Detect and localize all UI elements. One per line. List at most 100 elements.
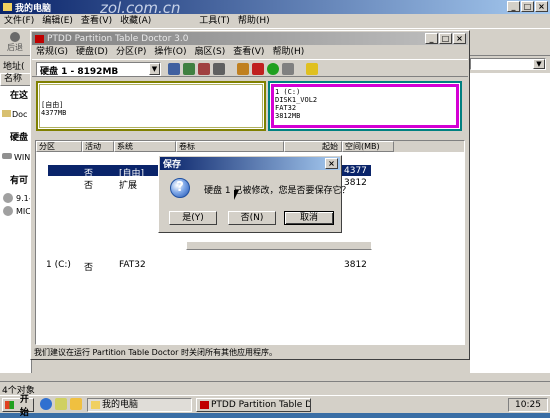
column-name-header[interactable]: 名称 — [0, 73, 31, 86]
desktop-icon[interactable] — [55, 398, 67, 410]
ptdd-maximize-button[interactable]: □ — [439, 33, 452, 44]
cell-size: 3812 — [344, 260, 367, 270]
chevron-down-icon[interactable]: ▼ — [149, 63, 160, 75]
ptdd-titlebar[interactable]: PTDD Partition Table Doctor 3.0 _ □ × — [32, 32, 468, 45]
back-button[interactable]: 后退 — [3, 32, 27, 53]
partition-line: 1 (C:) — [275, 88, 301, 96]
disk-select-value: 硬盘 1 - 8192MB — [40, 67, 119, 77]
undo-icon[interactable] — [282, 63, 294, 75]
dialog-message: 硬盘 1 已被修改，您是否要保存它？ — [204, 186, 351, 196]
system-tray: 10:25 — [508, 398, 548, 412]
back-arrow-icon — [10, 32, 20, 42]
ptdd-minimize-button[interactable]: _ — [425, 33, 438, 44]
col-start[interactable]: 起始 — [284, 141, 342, 152]
close-button[interactable]: × — [535, 1, 548, 12]
ptdd-statusbar: 我们建议在运行 Partition Table Doctor 时关闭所有其他应用… — [34, 347, 466, 359]
free-space-label: [自由] — [41, 101, 64, 109]
ptdd-menu-help[interactable]: 帮助(H) — [272, 46, 304, 58]
explorer-menubar: 文件(F) 编辑(E) 查看(V) 收藏(A) 工具(T) 帮助(H) — [4, 15, 278, 27]
partition-line: FAT32 — [275, 104, 297, 112]
network-drive-icon — [3, 206, 13, 216]
address-dropdown-arrow[interactable]: ▼ — [533, 59, 545, 69]
ptdd-title: PTDD Partition Table Doctor 3.0 — [47, 33, 189, 44]
disk-select[interactable]: 硬盘 1 - 8192MB ▼ — [36, 62, 161, 77]
ptdd-menu-view[interactable]: 查看(V) — [233, 46, 264, 58]
explorer-title: 我的电脑 — [15, 3, 52, 14]
col-size[interactable]: 空间(MB) — [342, 141, 394, 152]
cell-active: 否 — [84, 263, 94, 273]
task-ptdd[interactable]: PTDD Partition Table Doc... — [196, 398, 311, 412]
maximize-button[interactable]: □ — [521, 1, 534, 12]
delete-icon[interactable] — [252, 63, 264, 75]
cell-system: 扩展 — [119, 181, 138, 191]
task-my-computer[interactable]: 我的电脑 — [87, 398, 192, 412]
drive-icon — [2, 110, 11, 117]
taskbar: 开始 我的电脑 PTDD Partition Table Doc... 10:2… — [0, 395, 550, 418]
ptdd-menu-sector[interactable]: 扇区(S) — [195, 46, 226, 58]
left-item[interactable]: 在这 — [10, 88, 28, 101]
wand-icon[interactable] — [237, 63, 249, 75]
ptdd-menu-disk[interactable]: 硬盘(D) — [76, 46, 108, 58]
menu-edit[interactable]: 编辑(E) — [42, 15, 73, 27]
left-item[interactable]: 有可 — [10, 173, 28, 186]
find-partition-icon[interactable] — [168, 63, 180, 75]
col-active[interactable]: 活动 — [82, 141, 114, 152]
edit-sector-icon[interactable] — [213, 63, 225, 75]
help-icon[interactable] — [306, 63, 318, 75]
left-item[interactable]: WIN — [14, 153, 30, 162]
disk-map: [自由] 4377MB 1 (C:) DISK1_VOL2 FAT32 3812… — [36, 81, 463, 133]
ptdd-menu-operation[interactable]: 操作(O) — [154, 46, 186, 58]
table-divider — [186, 241, 372, 250]
apply-check-icon[interactable] — [267, 63, 279, 75]
ptdd-close-button[interactable]: × — [453, 33, 466, 44]
table-row[interactable]: 1 (C:) 否 FAT32 3812 — [46, 259, 371, 273]
free-space-inner — [39, 84, 263, 128]
ptdd-logo-icon — [35, 34, 44, 43]
cancel-button[interactable]: 取消 — [284, 211, 334, 225]
start-label: 开始 — [19, 395, 29, 418]
folder-icon — [3, 3, 12, 11]
col-label[interactable]: 卷标 — [176, 141, 284, 152]
address-label: 地址( — [3, 62, 25, 72]
start-button[interactable]: 开始 — [2, 395, 34, 418]
left-item[interactable]: Doc — [12, 110, 27, 119]
col-system[interactable]: 系统 — [114, 141, 176, 152]
partition-c-block[interactable]: 1 (C:) DISK1_VOL2 FAT32 3812MB — [268, 81, 462, 131]
ptdd-logo-icon — [200, 401, 209, 409]
left-item[interactable]: 硬盘 — [10, 130, 28, 143]
cell-system: FAT32 — [119, 260, 146, 270]
drive-icon — [2, 153, 12, 159]
explorer-right-pane — [470, 73, 550, 373]
windows-logo-icon — [5, 401, 14, 409]
no-button[interactable]: 否(N) — [228, 211, 276, 225]
clock[interactable]: 10:25 — [515, 400, 541, 410]
dialog-title: 保存 — [163, 160, 182, 170]
dialog-close-button[interactable]: × — [325, 158, 338, 169]
ptdd-menu-partition[interactable]: 分区(P) — [116, 46, 146, 58]
ie-icon[interactable] — [40, 398, 52, 410]
partition-line: DISK1_VOL2 — [275, 96, 318, 104]
mouse-cursor-icon — [234, 190, 239, 200]
left-pane: 名称 在这 Doc 硬盘 WIN 有可 9.1- MIC — [0, 73, 32, 373]
explorer-icon[interactable] — [70, 398, 82, 410]
explorer-statusbar: 4个对象 — [0, 381, 550, 396]
menu-view[interactable]: 查看(V) — [81, 15, 112, 27]
ptdd-menu-general[interactable]: 常规(G) — [36, 46, 68, 58]
yes-button[interactable]: 是(Y) — [169, 211, 217, 225]
partition-line: 3812MB — [275, 112, 301, 120]
explorer-titlebar[interactable]: 我的电脑 zol.com.cn _ □ × — [0, 0, 550, 17]
save-dialog: 保存 × ? 硬盘 1 已被修改，您是否要保存它？ 是(Y) 否(N) 取消 — [158, 155, 351, 233]
dialog-titlebar[interactable]: 保存 × — [160, 157, 340, 170]
menu-tools[interactable]: 工具(T) — [199, 15, 230, 27]
fix-icon[interactable] — [198, 63, 210, 75]
minimize-button[interactable]: _ — [507, 1, 520, 12]
left-item[interactable]: MIC — [16, 207, 31, 216]
menu-favorites[interactable]: 收藏(A) — [120, 15, 151, 27]
free-space-block[interactable]: [自由] 4377MB — [36, 81, 266, 131]
col-partition[interactable]: 分区 — [36, 141, 82, 152]
table-header: 分区 活动 系统 卷标 起始 空间(MB) — [36, 141, 464, 152]
rebuild-partition-icon[interactable] — [183, 63, 195, 75]
menu-file[interactable]: 文件(F) — [4, 15, 34, 27]
menu-help[interactable]: 帮助(H) — [238, 15, 270, 27]
folder-icon — [91, 401, 100, 409]
